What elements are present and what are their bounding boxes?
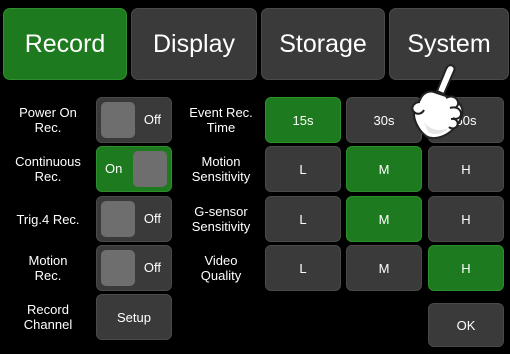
power-on-rec-toggle[interactable]: Off [96, 97, 172, 143]
video-quality-medium-button[interactable]: M [346, 245, 422, 291]
trig4-rec-toggle[interactable]: Off [96, 196, 172, 242]
record-channel-setup-button[interactable]: Setup [96, 294, 172, 340]
motion-sensitivity-high-button[interactable]: H [428, 146, 504, 192]
tab-storage[interactable]: Storage [261, 8, 385, 80]
gsensor-sensitivity-high-button[interactable]: H [428, 196, 504, 242]
motion-sensitivity-medium-button[interactable]: M [346, 146, 422, 192]
motion-sensitivity-low-button[interactable]: L [265, 146, 341, 192]
toggle-knob [101, 201, 135, 237]
motion-rec-label: Motion Rec. [28, 253, 68, 283]
event-rec-time-label: Event Rec. Time [189, 105, 253, 135]
toggle-state: Off [143, 112, 161, 127]
motion-rec-toggle[interactable]: Off [96, 245, 172, 291]
event-time-15s-button[interactable]: 15s [265, 97, 341, 143]
video-quality-low-button[interactable]: L [265, 245, 341, 291]
trig4-rec-label: Trig.4 Rec. [16, 211, 80, 227]
power-on-rec-label: Power On Rec. [19, 105, 77, 135]
gsensor-sensitivity-medium-button[interactable]: M [346, 196, 422, 242]
continuous-rec-label: Continuous Rec. [15, 154, 81, 184]
video-quality-high-button[interactable]: H [428, 245, 504, 291]
motion-sensitivity-label: Motion Sensitivity [191, 154, 251, 184]
toggle-knob [101, 102, 135, 138]
gsensor-sensitivity-low-button[interactable]: L [265, 196, 341, 242]
toggle-state: On [105, 161, 123, 176]
hand-pointer-icon [411, 64, 464, 140]
video-quality-label: Video Quality [200, 253, 242, 283]
tab-record[interactable]: Record [3, 8, 127, 80]
gsensor-sensitivity-label: G-sensor Sensitivity [191, 204, 251, 234]
record-channel-label: Record Channel [23, 302, 73, 332]
toggle-knob [101, 250, 135, 286]
continuous-rec-toggle[interactable]: On [96, 146, 172, 192]
toggle-state: Off [143, 211, 161, 226]
toggle-state: Off [143, 260, 161, 275]
ok-button[interactable]: OK [428, 303, 504, 347]
record-settings-screen: Record Display Storage System Power On R… [0, 0, 510, 354]
tab-display[interactable]: Display [131, 8, 257, 80]
toggle-knob [133, 151, 167, 187]
